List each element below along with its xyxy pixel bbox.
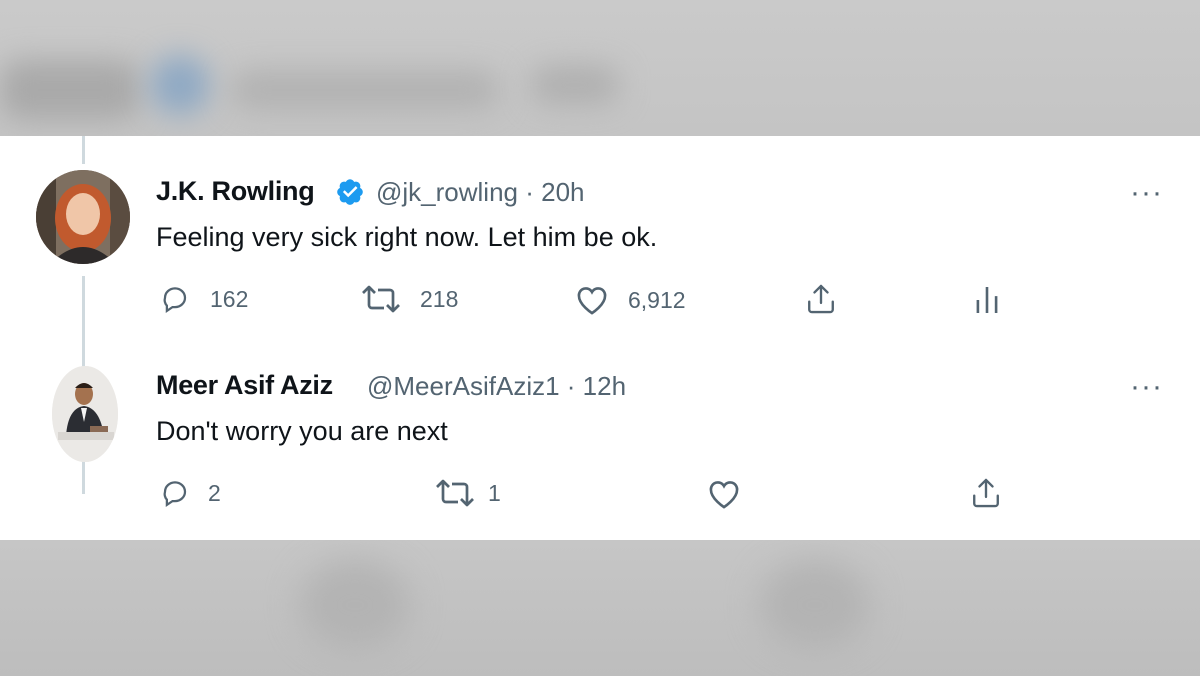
avatar-jk-rowling[interactable] (36, 170, 130, 264)
retweet-icon (362, 285, 400, 313)
like-button[interactable] (706, 478, 742, 510)
blurred-header-background (0, 0, 1200, 136)
share-icon (973, 478, 999, 508)
like-button[interactable]: 6,912 (574, 284, 686, 316)
analytics-button[interactable] (974, 284, 1000, 316)
share-button[interactable] (805, 282, 837, 316)
tweet-text: Don't worry you are next (156, 416, 448, 446)
blurred-footer-background (0, 540, 1200, 676)
tweet-time: · 20h (525, 177, 585, 207)
tweet-thread-panel: J.K. Rowling @jk_rowling · 20h ··· Feeli… (0, 136, 1200, 540)
reply-icon (163, 287, 187, 313)
author-name[interactable]: J.K. Rowling (156, 176, 315, 207)
reply-button[interactable]: 2 (158, 478, 221, 508)
avatar-meer-asif-aziz[interactable] (52, 366, 118, 462)
share-icon (808, 284, 834, 314)
verified-badge-icon (337, 179, 363, 205)
retweet-count: 218 (420, 285, 459, 312)
tweet-time: · 12h (566, 371, 627, 401)
analytics-icon (976, 287, 998, 313)
like-icon (577, 287, 607, 315)
reply-icon (163, 481, 187, 507)
like-count: 6,912 (628, 286, 686, 313)
reply-count: 162 (210, 285, 249, 312)
thread-connector-top (82, 136, 85, 164)
author-handle[interactable]: @MeerAsifAziz1 · 12h (367, 371, 626, 402)
retweet-button[interactable]: 1 (434, 478, 501, 508)
author-name[interactable]: Meer Asif Aziz (156, 370, 333, 401)
share-button[interactable] (970, 476, 1002, 510)
more-icon[interactable]: ··· (1130, 370, 1163, 404)
tweet-text: Feeling very sick right now. Let him be … (156, 222, 658, 252)
retweet-icon (436, 479, 474, 507)
reply-count: 2 (208, 479, 221, 506)
more-icon[interactable]: ··· (1130, 176, 1163, 210)
retweet-count: 1 (488, 479, 501, 506)
retweet-button[interactable]: 218 (360, 284, 458, 314)
author-handle[interactable]: @jk_rowling · 20h (376, 177, 585, 208)
like-icon (709, 481, 739, 509)
reply-button[interactable]: 162 (158, 284, 248, 314)
